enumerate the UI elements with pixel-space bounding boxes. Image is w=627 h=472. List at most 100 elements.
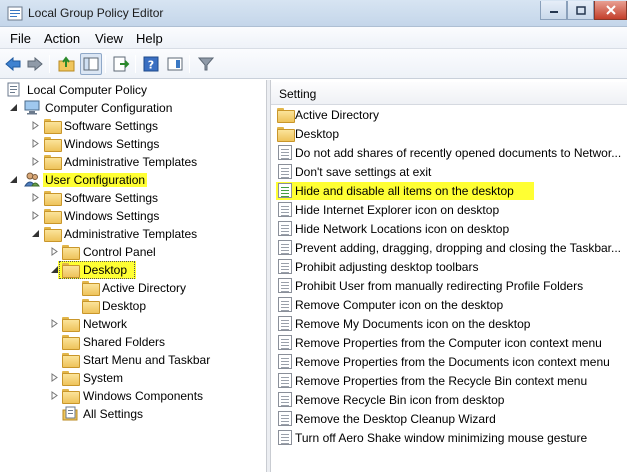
back-button[interactable] <box>2 53 24 75</box>
tree-item-label: Active Directory <box>102 281 187 295</box>
forward-button[interactable] <box>24 53 46 75</box>
folder-icon <box>44 208 62 224</box>
expanded-arrow-icon[interactable] <box>9 103 18 112</box>
export-list-button[interactable] <box>110 53 132 75</box>
tree-item-desktop-sub[interactable]: Desktop <box>0 297 267 315</box>
tree-item-active-directory[interactable]: Active Directory <box>0 279 267 297</box>
list-item[interactable]: Prohibit User from manually redirecting … <box>271 277 627 295</box>
list-item[interactable]: Remove My Documents icon on the desktop <box>271 315 627 333</box>
list-item[interactable]: Don't save settings at exit <box>271 163 627 181</box>
collapsed-arrow-icon[interactable] <box>50 247 59 256</box>
tree-item-shared-folders[interactable]: Shared Folders <box>0 333 267 351</box>
tree-item-system[interactable]: System <box>0 369 267 387</box>
collapsed-arrow-icon[interactable] <box>31 211 40 220</box>
list-item[interactable]: Remove Recycle Bin icon from desktop <box>271 391 627 409</box>
tree-item-all-settings[interactable]: All Settings <box>0 405 267 423</box>
tree-item-uc-administrative-templates[interactable]: Administrative Templates <box>0 225 267 243</box>
filter-icon <box>198 57 214 71</box>
list-item[interactable]: Remove Properties from the Documents ico… <box>271 353 627 371</box>
close-icon <box>605 5 616 15</box>
list-item[interactable]: Desktop <box>271 125 627 143</box>
list-item[interactable]: Hide Network Locations icon on desktop <box>271 220 627 238</box>
list-item[interactable]: Remove Properties from the Recycle Bin c… <box>271 372 627 390</box>
tree-item-label: Windows Settings <box>64 137 160 151</box>
tree-item-label: Software Settings <box>64 191 159 205</box>
folder-icon <box>62 334 80 350</box>
tree-item-computer-configuration[interactable]: Computer Configuration <box>0 99 267 117</box>
tree-item-label: Administrative Templates <box>64 227 198 241</box>
list-item[interactable]: Turn off Aero Shake window minimizing mo… <box>271 429 627 447</box>
console-tree: Local Computer Policy Computer Configura… <box>0 80 267 472</box>
list-item-label: Hide and disable all items on the deskto… <box>295 184 514 198</box>
filter-button[interactable] <box>195 53 217 75</box>
list-item[interactable]: Prevent adding, dragging, dropping and c… <box>271 239 627 257</box>
tree-item-cc-administrative-templates[interactable]: Administrative Templates <box>0 153 267 171</box>
list-item[interactable]: Active Directory <box>271 106 627 124</box>
list-item[interactable]: Hide Internet Explorer icon on desktop <box>271 201 627 219</box>
policy-setting-icon <box>277 202 293 217</box>
up-folder-icon <box>58 56 75 72</box>
list-item[interactable]: Remove the Desktop Cleanup Wizard <box>271 410 627 428</box>
list-item[interactable]: Do not add shares of recently opened doc… <box>271 144 627 162</box>
folder-icon <box>44 118 62 134</box>
folder-icon <box>44 226 62 242</box>
menu-view[interactable]: View <box>95 31 123 46</box>
toggle-pane-button[interactable] <box>164 53 186 75</box>
list-item-label: Do not add shares of recently opened doc… <box>295 146 622 160</box>
tree-item-label: Network <box>83 317 128 331</box>
tree-item-label: Desktop <box>102 299 147 313</box>
tree-item-network[interactable]: Network <box>0 315 267 333</box>
tree-item-desktop[interactable]: Desktop <box>0 261 267 279</box>
up-one-level-button[interactable] <box>56 53 78 75</box>
column-header-setting[interactable]: Setting <box>271 82 627 105</box>
tree-item-user-configuration[interactable]: User Configuration <box>0 171 267 189</box>
folder-icon <box>44 136 62 152</box>
list-item-label: Don't save settings at exit <box>295 165 432 179</box>
list-item-label: Hide Internet Explorer icon on desktop <box>295 203 500 217</box>
policy-setting-icon <box>277 297 293 312</box>
tree-item-cc-windows-settings[interactable]: Windows Settings <box>0 135 267 153</box>
collapsed-arrow-icon[interactable] <box>50 373 59 382</box>
list-item-label: Remove Properties from the Computer icon… <box>295 336 602 350</box>
minimize-button[interactable] <box>540 1 567 20</box>
tree-item-control-panel[interactable]: Control Panel <box>0 243 267 261</box>
collapsed-arrow-icon[interactable] <box>31 121 40 130</box>
menu-action[interactable]: Action <box>44 31 80 46</box>
list-item-selected[interactable]: Hide and disable all items on the deskto… <box>271 182 627 200</box>
tree-item-start-menu-taskbar[interactable]: Start Menu and Taskbar <box>0 351 267 369</box>
tree-item-label: System <box>83 371 124 385</box>
toolbar-separator <box>189 55 190 73</box>
users-icon <box>24 172 40 187</box>
list-item-label: Remove Properties from the Recycle Bin c… <box>295 374 588 388</box>
list-item-label: Remove Recycle Bin icon from desktop <box>295 393 505 407</box>
expanded-arrow-icon[interactable] <box>31 229 40 238</box>
policy-setting-icon <box>277 240 293 255</box>
list-item-label: Prohibit User from manually redirecting … <box>295 279 584 293</box>
collapsed-arrow-icon[interactable] <box>31 193 40 202</box>
tree-item-uc-windows-settings[interactable]: Windows Settings <box>0 207 267 225</box>
tree-item-windows-components[interactable]: Windows Components <box>0 387 267 405</box>
maximize-button[interactable] <box>567 1 594 20</box>
show-hide-console-tree-button[interactable] <box>80 53 102 75</box>
tree-item-local-computer-policy[interactable]: Local Computer Policy <box>0 81 267 99</box>
menu-help[interactable]: Help <box>136 31 163 46</box>
collapsed-arrow-icon[interactable] <box>50 391 59 400</box>
collapsed-arrow-icon[interactable] <box>31 157 40 166</box>
close-button[interactable] <box>594 1 627 20</box>
list-item[interactable]: Remove Computer icon on the desktop <box>271 296 627 314</box>
menu-file[interactable]: File <box>10 31 31 46</box>
collapsed-arrow-icon[interactable] <box>31 139 40 148</box>
policy-setting-icon <box>277 145 293 160</box>
tree-item-uc-software-settings[interactable]: Software Settings <box>0 189 267 207</box>
export-list-icon <box>113 56 130 72</box>
tree-item-cc-software-settings[interactable]: Software Settings <box>0 117 267 135</box>
tree-item-label: Windows Components <box>83 389 204 403</box>
open-folder-icon <box>62 262 80 278</box>
column-header-label: Setting <box>279 87 317 101</box>
collapsed-arrow-icon[interactable] <box>50 319 59 328</box>
expanded-arrow-icon[interactable] <box>9 175 18 184</box>
computer-icon <box>24 100 40 115</box>
help-button[interactable]: ? <box>140 53 162 75</box>
list-item[interactable]: Prohibit adjusting desktop toolbars <box>271 258 627 276</box>
list-item[interactable]: Remove Properties from the Computer icon… <box>271 334 627 352</box>
